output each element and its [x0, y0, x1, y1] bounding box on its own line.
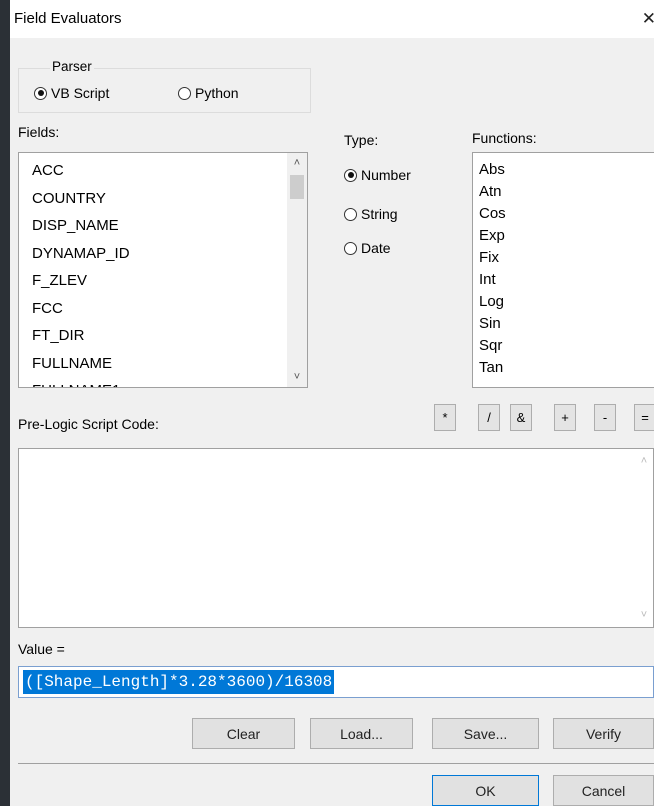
multiply-button[interactable]: *	[434, 404, 456, 431]
function-item[interactable]: Atn	[473, 181, 654, 203]
prelogic-code-area[interactable]: ˄ ˅	[18, 448, 654, 628]
prelogic-label: Pre-Logic Script Code:	[18, 416, 159, 432]
field-item[interactable]: FT_DIR	[19, 322, 307, 350]
function-item[interactable]: Cos	[473, 203, 654, 225]
type-date-radio[interactable]: Date	[344, 240, 391, 256]
function-item[interactable]: Sin	[473, 313, 654, 335]
divide-button[interactable]: /	[478, 404, 500, 431]
parser-python-label: Python	[195, 85, 239, 101]
type-label: Type:	[344, 132, 379, 148]
ok-button[interactable]: OK	[432, 775, 539, 806]
type-date-label: Date	[361, 240, 391, 256]
parser-python-radio[interactable]: Python	[178, 85, 239, 101]
fields-label: Fields:	[18, 124, 60, 140]
radio-selected-icon	[344, 168, 357, 182]
save-button[interactable]: Save...	[432, 718, 539, 749]
scroll-down-icon[interactable]: ˅	[635, 605, 653, 625]
function-item[interactable]: Abs	[473, 159, 654, 181]
functions-label: Functions:	[472, 130, 537, 146]
functions-list-items: Abs Atn Cos Exp Fix Int Log Sin Sqr Tan	[473, 153, 654, 379]
functions-list[interactable]: Abs Atn Cos Exp Fix Int Log Sin Sqr Tan	[472, 152, 654, 388]
scroll-down-icon[interactable]: ˅	[287, 367, 307, 387]
code-scrollbar[interactable]: ˄ ˅	[635, 449, 653, 627]
field-evaluators-window: Field Evaluators ✕ Parser VB Script Pyth…	[10, 0, 654, 806]
load-button[interactable]: Load...	[310, 718, 413, 749]
function-item[interactable]: Log	[473, 291, 654, 313]
equals-button[interactable]: =	[634, 404, 654, 431]
clear-button[interactable]: Clear	[192, 718, 295, 749]
radio-selected-icon	[34, 86, 47, 100]
radio-unselected-icon	[178, 86, 191, 100]
function-item[interactable]: Sqr	[473, 335, 654, 357]
radio-unselected-icon	[344, 241, 357, 255]
scroll-thumb[interactable]	[290, 175, 304, 199]
parser-label: Parser	[50, 59, 94, 74]
concat-button[interactable]: &	[510, 404, 532, 431]
type-number-radio[interactable]: Number	[344, 167, 411, 183]
value-expression-input[interactable]: ([Shape_Length]*3.28*3600)/16308	[18, 666, 654, 698]
type-string-radio[interactable]: String	[344, 206, 398, 222]
scroll-up-icon[interactable]: ˄	[287, 153, 307, 173]
fields-list[interactable]: ACC COUNTRY DISP_NAME DYNAMAP_ID F_ZLEV …	[18, 152, 308, 388]
window-title: Field Evaluators	[14, 10, 122, 27]
field-item[interactable]: FULLNAME	[19, 350, 307, 378]
title-bar: Field Evaluators ✕	[10, 0, 654, 38]
cancel-button[interactable]: Cancel	[553, 775, 654, 806]
field-item[interactable]: ACC	[19, 157, 307, 185]
value-label: Value =	[18, 641, 65, 657]
value-expression-text: ([Shape_Length]*3.28*3600)/16308	[23, 670, 335, 694]
function-item[interactable]: Tan	[473, 357, 654, 379]
field-item[interactable]: DISP_NAME	[19, 212, 307, 240]
scroll-up-icon[interactable]: ˄	[635, 451, 653, 471]
function-item[interactable]: Exp	[473, 225, 654, 247]
parser-vbscript-radio[interactable]: VB Script	[34, 85, 109, 101]
field-item[interactable]: FULLNAME1	[19, 377, 307, 387]
field-item[interactable]: FCC	[19, 295, 307, 323]
field-item[interactable]: F_ZLEV	[19, 267, 307, 295]
fields-scrollbar[interactable]: ˄ ˅	[287, 153, 307, 387]
field-item[interactable]: DYNAMAP_ID	[19, 240, 307, 268]
verify-button[interactable]: Verify	[553, 718, 654, 749]
function-item[interactable]: Fix	[473, 247, 654, 269]
minus-button[interactable]: -	[594, 404, 616, 431]
fields-list-items: ACC COUNTRY DISP_NAME DYNAMAP_ID F_ZLEV …	[19, 153, 307, 387]
function-item[interactable]: Int	[473, 269, 654, 291]
type-string-label: String	[361, 206, 398, 222]
plus-button[interactable]: +	[554, 404, 576, 431]
close-icon[interactable]: ✕	[642, 9, 654, 29]
field-item[interactable]: COUNTRY	[19, 185, 307, 213]
parser-vbscript-label: VB Script	[51, 85, 110, 101]
radio-unselected-icon	[344, 207, 357, 221]
dialog-body: Parser VB Script Python Fields: Type: Fu…	[10, 38, 654, 806]
type-number-label: Number	[361, 167, 411, 183]
divider	[18, 763, 654, 764]
